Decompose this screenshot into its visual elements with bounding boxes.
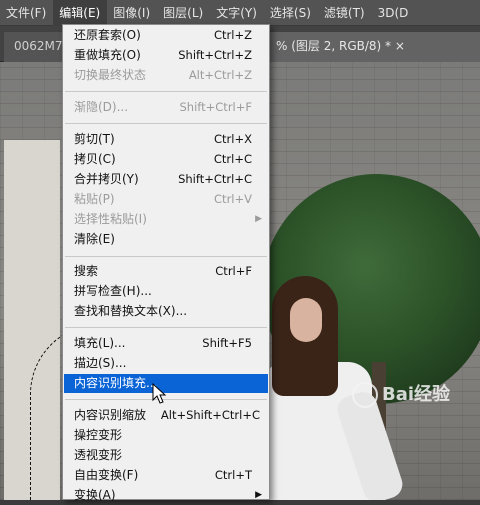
menu-item-fill[interactable]: 填充(L)... Shift+F5: [64, 334, 268, 353]
menu-3d[interactable]: 3D(D: [372, 0, 416, 26]
menu-item-label: 变换(A): [74, 488, 116, 502]
menu-item-shortcut: Ctrl+Z: [214, 28, 252, 42]
menu-item-label: 还原套索(O): [74, 28, 141, 42]
menu-item-stroke[interactable]: 描边(S)...: [64, 354, 268, 373]
menu-item-label: 重做填充(O): [74, 48, 141, 62]
menu-item-label: 查找和替换文本(X)...: [74, 304, 188, 318]
menu-item-check-spelling[interactable]: 拼写检查(H)...: [64, 282, 268, 301]
watermark-text: Bai经验: [382, 384, 451, 405]
menu-item-perspective-warp[interactable]: 透视变形: [64, 446, 268, 465]
menu-item-shortcut: Shift+Ctrl+F: [179, 100, 253, 114]
menu-item-label: 自由变换(F): [74, 468, 139, 482]
submenu-arrow-icon: ▶: [255, 490, 262, 500]
baidu-paw-icon: [352, 382, 378, 408]
menu-item-fade[interactable]: 渐隐(D)... Shift+Ctrl+F: [64, 98, 268, 117]
menu-item-shortcut: Ctrl+X: [214, 132, 252, 146]
menu-item-shortcut: Ctrl+V: [214, 192, 252, 206]
menu-select[interactable]: 选择(S): [264, 0, 318, 26]
menu-image[interactable]: 图像(I): [107, 0, 157, 26]
menu-separator: [65, 123, 267, 124]
menu-item-shortcut: Alt+Shift+Ctrl+C: [160, 408, 260, 422]
menu-item-shortcut: Ctrl+F: [215, 264, 252, 278]
menu-item-shortcut: Alt+Ctrl+Z: [188, 68, 252, 82]
menu-item-copy[interactable]: 拷贝(C) Ctrl+C: [64, 150, 268, 169]
menu-item-label: 选择性粘贴(I): [74, 212, 147, 226]
menu-layer[interactable]: 图层(L): [157, 0, 210, 26]
menu-item-label: 搜索: [74, 264, 99, 278]
menu-item-shortcut: Ctrl+T: [214, 468, 252, 482]
submenu-arrow-icon: ▶: [255, 214, 262, 224]
menu-item-label: 切换最终状态: [74, 68, 147, 82]
baidu-jingyan-watermark: Bai经验: [352, 380, 462, 410]
menu-item-shortcut: Ctrl+C: [213, 152, 252, 166]
menu-item-shortcut: Shift+Ctrl+C: [178, 172, 252, 186]
menu-separator: [65, 91, 267, 92]
menu-item-paste[interactable]: 粘贴(P) Ctrl+V: [64, 190, 268, 209]
menu-item-toggle-last-state[interactable]: 切换最终状态 Alt+Ctrl+Z: [64, 66, 268, 85]
menu-item-label: 描边(S)...: [74, 356, 127, 370]
document-tab-active[interactable]: % (图层 2, RGB/8) * ×: [266, 32, 480, 62]
menu-item-copy-merged[interactable]: 合并拷贝(Y) Shift+Ctrl+C: [64, 170, 268, 189]
menu-item-redo-fill[interactable]: 重做填充(O) Shift+Ctrl+Z: [64, 46, 268, 65]
menu-separator: [65, 327, 267, 328]
menu-type[interactable]: 文字(Y): [210, 0, 264, 26]
menu-item-label: 拼写检查(H)...: [74, 284, 152, 298]
menu-item-label: 操控变形: [74, 428, 123, 442]
menu-item-find-replace-text[interactable]: 查找和替换文本(X)...: [64, 302, 268, 321]
mouse-pointer-icon: [152, 383, 167, 404]
menu-item-free-transform[interactable]: 自由变换(F) Ctrl+T: [64, 466, 268, 485]
menu-item-label: 透视变形: [74, 448, 123, 462]
menu-item-label: 内容识别缩放: [74, 408, 147, 422]
menu-item-transform[interactable]: 变换(A) ▶: [64, 486, 268, 505]
menu-item-label: 合并拷贝(Y): [74, 172, 139, 186]
menu-file[interactable]: 文件(F): [0, 0, 53, 26]
document-tab-1[interactable]: 0062M7: [4, 32, 66, 62]
menu-item-label: 填充(L)...: [74, 336, 126, 350]
menu-item-paste-special[interactable]: 选择性粘贴(I) ▶: [64, 210, 268, 229]
menu-edit[interactable]: 编辑(E): [53, 0, 108, 26]
menu-item-cut[interactable]: 剪切(T) Ctrl+X: [64, 130, 268, 149]
menubar: 文件(F) 编辑(E) 图像(I) 图层(L) 文字(Y) 选择(S) 滤镜(T…: [0, 0, 480, 26]
menu-filter[interactable]: 滤镜(T): [318, 0, 372, 26]
photo-person-face: [290, 298, 322, 342]
menu-item-label: 清除(E): [74, 232, 115, 246]
menu-item-puppet-warp[interactable]: 操控变形: [64, 426, 268, 445]
menu-item-shortcut: Shift+Ctrl+Z: [178, 48, 252, 62]
menu-item-label: 剪切(T): [74, 132, 115, 146]
menu-item-clear[interactable]: 清除(E): [64, 230, 268, 249]
menu-separator: [65, 256, 267, 257]
menu-item-label: 拷贝(C): [74, 152, 116, 166]
menu-item-undo-lasso[interactable]: 还原套索(O) Ctrl+Z: [64, 26, 268, 45]
menu-item-label: 渐隐(D)...: [74, 100, 129, 114]
menu-item-label: 粘贴(P): [74, 192, 115, 206]
menu-item-shortcut: Shift+F5: [202, 336, 252, 350]
menu-item-label: 内容识别填充...: [74, 376, 158, 390]
edit-dropdown-menu: 还原套索(O) Ctrl+Z 重做填充(O) Shift+Ctrl+Z 切换最终…: [62, 24, 270, 502]
menu-item-search[interactable]: 搜索 Ctrl+F: [64, 262, 268, 281]
menu-item-content-aware-scale[interactable]: 内容识别缩放 Alt+Shift+Ctrl+C: [64, 406, 268, 425]
